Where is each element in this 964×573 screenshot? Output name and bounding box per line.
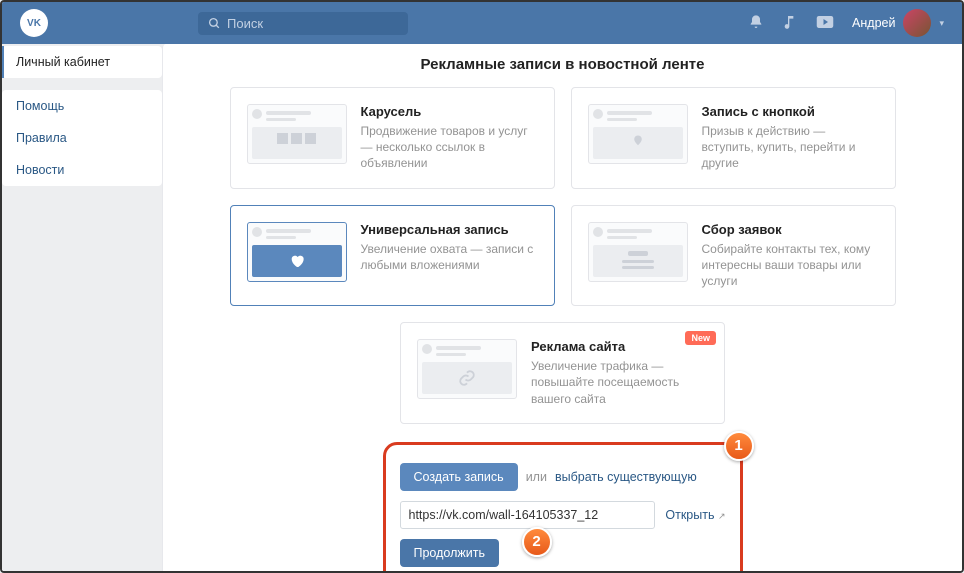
user-name: Андрей: [852, 16, 895, 30]
choose-existing-link[interactable]: выбрать существующую: [555, 470, 697, 484]
card-desc: Призыв к действию — вступить, купить, пе…: [702, 123, 879, 172]
create-post-button[interactable]: Создать запись: [400, 463, 518, 491]
card-title: Сбор заявок: [702, 222, 879, 237]
chevron-down-icon: ▾: [939, 18, 944, 29]
thumb-carousel: [247, 104, 347, 164]
search-input[interactable]: Поиск: [198, 12, 408, 35]
top-bar: VK Поиск Андрей ▾: [2, 2, 962, 44]
marker-2: 2: [522, 527, 552, 557]
card-desc: Увеличение трафика — повышайте посещаемо…: [531, 358, 708, 407]
card-title: Реклама сайта: [531, 339, 708, 354]
card-desc: Собирайте контакты тех, кому интересны в…: [702, 241, 879, 290]
marker-1: 1: [724, 431, 754, 461]
ad-card-leads[interactable]: Сбор заявок Собирайте контакты тех, кому…: [571, 205, 896, 307]
sidebar-item-help[interactable]: Помощь: [2, 90, 162, 122]
thumb-leads: [588, 222, 688, 282]
open-link[interactable]: Открыть ↗: [665, 508, 725, 522]
page-title: Рекламные записи в новостной ленте: [163, 44, 962, 87]
card-title: Универсальная запись: [361, 222, 538, 237]
search-icon: [208, 17, 221, 30]
card-desc: Увеличение охвата — записи с любыми влож…: [361, 241, 538, 273]
new-badge: New: [685, 331, 716, 345]
main-content: Рекламные записи в новостной ленте Карус…: [162, 44, 962, 571]
card-title: Запись с кнопкой: [702, 104, 879, 119]
vk-logo[interactable]: VK: [20, 9, 48, 37]
ad-card-universal[interactable]: Универсальная запись Увеличение охвата —…: [230, 205, 555, 307]
user-menu[interactable]: Андрей ▾: [852, 9, 944, 37]
thumb-site: [417, 339, 517, 399]
avatar: [903, 9, 931, 37]
sidebar-item-news[interactable]: Новости: [2, 154, 162, 186]
card-title: Карусель: [361, 104, 538, 119]
notifications-icon[interactable]: [748, 14, 764, 33]
sidebar: Личный кабинет Помощь Правила Новости: [2, 44, 162, 571]
external-link-icon: ↗: [718, 511, 726, 521]
music-icon[interactable]: [782, 14, 798, 33]
ad-card-site[interactable]: New Реклама сайта Увеличение трафика — п…: [400, 322, 725, 424]
thumb-universal: [247, 222, 347, 282]
or-label: или: [526, 470, 547, 484]
thumb-button: [588, 104, 688, 164]
sidebar-item-rules[interactable]: Правила: [2, 122, 162, 154]
video-icon[interactable]: [816, 15, 834, 32]
ad-card-button-post[interactable]: Запись с кнопкой Призыв к действию — вст…: [571, 87, 896, 189]
callout-panel: 1 Создать запись или выбрать существующу…: [383, 442, 743, 571]
ad-card-carousel[interactable]: Карусель Продвижение товаров и услуг — н…: [230, 87, 555, 189]
search-placeholder: Поиск: [227, 16, 263, 31]
card-desc: Продвижение товаров и услуг — несколько …: [361, 123, 538, 172]
post-url-input[interactable]: [400, 501, 656, 529]
continue-button[interactable]: Продолжить: [400, 539, 499, 567]
sidebar-item-cabinet[interactable]: Личный кабинет: [2, 46, 162, 78]
